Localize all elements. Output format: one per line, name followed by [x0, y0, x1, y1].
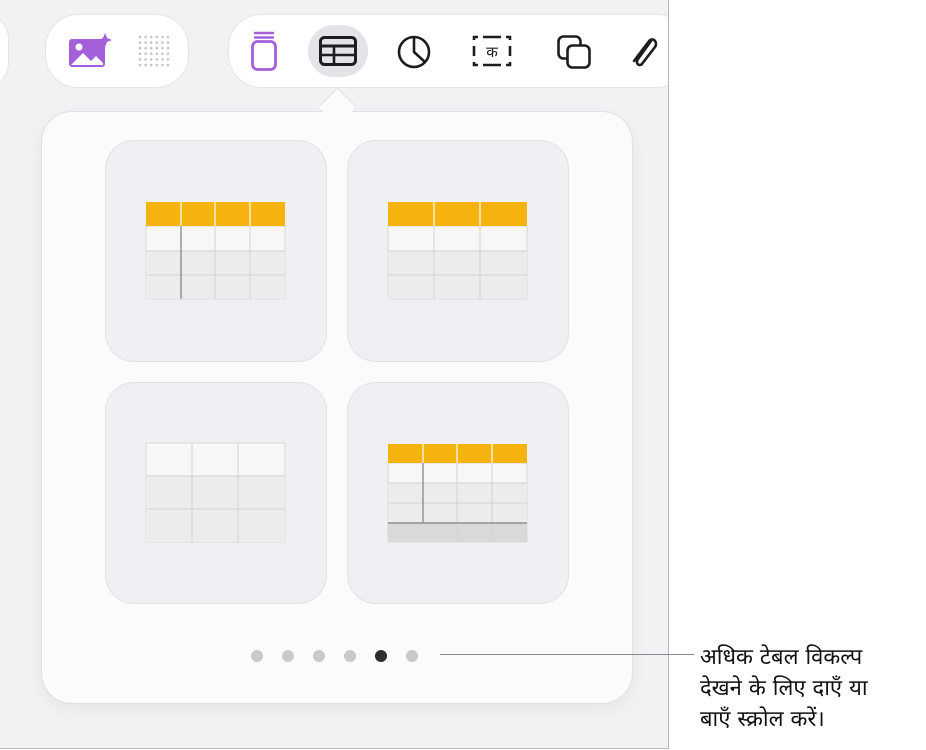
callout-line: देखने के लिए दाएँ या [700, 676, 868, 701]
text-field-glyph: क [486, 43, 498, 61]
table-style-tile[interactable] [348, 141, 568, 361]
callout-line: बाएँ स्क्रोल करें। [700, 707, 825, 732]
chart-button[interactable] [384, 25, 444, 77]
table-style-tile[interactable] [106, 383, 326, 603]
dot-grid-button[interactable] [124, 25, 184, 77]
text-field-icon: क [472, 35, 512, 67]
page-dot-current[interactable] [375, 650, 387, 662]
table-style-tile[interactable] [348, 383, 568, 603]
table-button[interactable] [308, 25, 368, 77]
page-dot[interactable] [313, 650, 325, 662]
page-dot[interactable] [251, 650, 263, 662]
table-thumbnail [145, 202, 286, 300]
text-box-icon [251, 31, 277, 71]
page-dot[interactable] [282, 650, 294, 662]
dot-grid-icon [138, 35, 170, 67]
attachment-button[interactable] [614, 25, 668, 77]
text-box-button[interactable] [234, 25, 294, 77]
shape-icon [557, 35, 591, 69]
attachment-icon [632, 38, 658, 67]
table-thumbnail [387, 202, 528, 300]
chart-icon [397, 35, 431, 69]
image-playground-icon [69, 33, 112, 67]
text-field-button[interactable]: क [462, 25, 522, 77]
callout-leader-line [440, 654, 694, 655]
page-dot[interactable] [344, 650, 356, 662]
callout-line: अधिक टेबल विकल्प [700, 645, 863, 670]
table-icon [319, 36, 357, 66]
image-playground-button[interactable] [58, 25, 118, 77]
table-thumbnail [387, 444, 528, 543]
page-indicator[interactable] [251, 650, 418, 662]
table-thumbnail [145, 442, 286, 543]
shape-button[interactable] [544, 25, 604, 77]
screen: क [0, 0, 669, 749]
page-dot[interactable] [406, 650, 418, 662]
table-style-tile[interactable] [106, 141, 326, 361]
toolbar-left-edge [0, 15, 8, 87]
callout-text: अधिक टेबल विकल्प देखने के लिए दाएँ या बा… [700, 642, 922, 735]
